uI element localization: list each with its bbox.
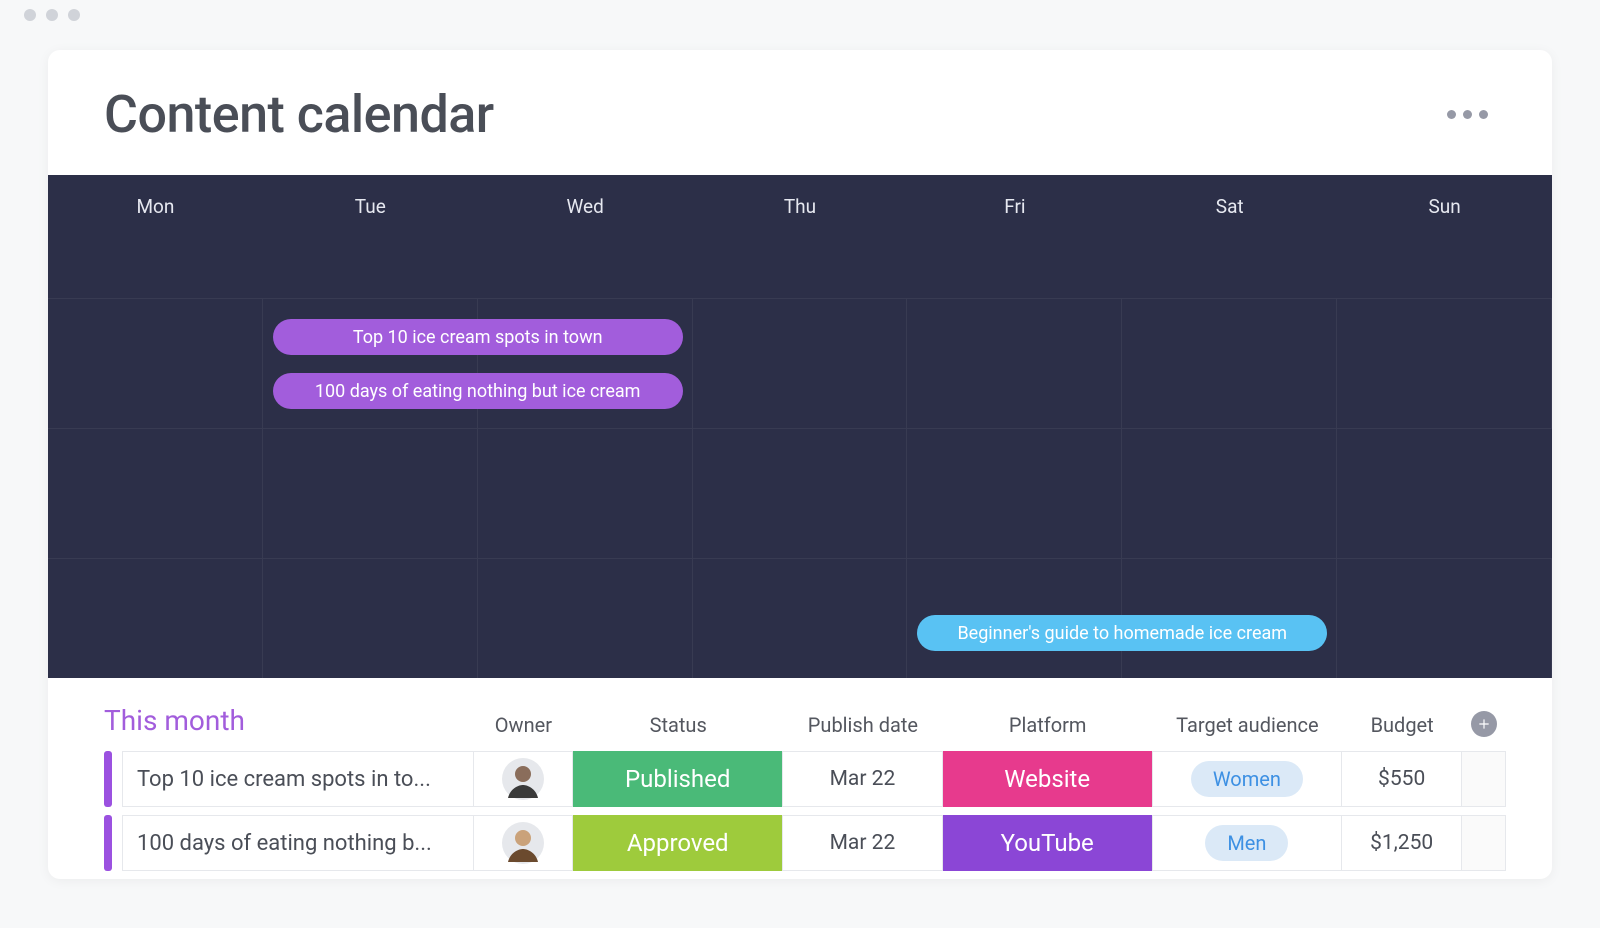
budget-cell[interactable]: $1,250 [1342, 815, 1462, 871]
calendar-cell[interactable] [263, 559, 478, 678]
calendar-event[interactable]: Top 10 ice cream spots in town [273, 319, 683, 355]
section-title[interactable]: This month [104, 704, 473, 737]
trailing-cell [1462, 815, 1506, 871]
platform-cell[interactable]: YouTube [943, 815, 1153, 871]
column-header-publish-date[interactable]: Publish date [783, 713, 943, 737]
calendar-cell[interactable] [1122, 299, 1337, 428]
calendar-day-tue: Tue [263, 175, 478, 298]
window-control-close[interactable] [24, 9, 36, 21]
header: Content calendar [48, 50, 1552, 175]
calendar-cell[interactable] [907, 299, 1122, 428]
calendar-cell[interactable] [693, 299, 908, 428]
trailing-cell [1462, 751, 1506, 807]
add-column-button[interactable] [1471, 711, 1497, 737]
row-accent [104, 751, 112, 807]
avatar [502, 758, 544, 800]
calendar-day-sun: Sun [1337, 175, 1552, 298]
budget-cell[interactable]: $550 [1342, 751, 1462, 807]
month-section: This month Owner Status Publish date Pla… [48, 678, 1552, 871]
owner-cell[interactable] [474, 751, 574, 807]
window-control-max[interactable] [68, 9, 80, 21]
target-audience-cell[interactable]: Men [1153, 815, 1343, 871]
calendar-cell[interactable] [48, 559, 263, 678]
column-header-owner[interactable]: Owner [473, 713, 573, 737]
add-column-button-wrap [1462, 711, 1506, 737]
plus-icon [1477, 717, 1491, 731]
calendar-day-fri: Fri [907, 175, 1122, 298]
table-row[interactable]: Top 10 ice cream spots in to... Publishe… [104, 751, 1506, 807]
platform-cell[interactable]: Website [943, 751, 1153, 807]
audience-tag[interactable]: Men [1205, 825, 1288, 861]
status-cell[interactable]: Approved [573, 815, 783, 871]
avatar [502, 822, 544, 864]
calendar-cell[interactable] [263, 429, 478, 558]
audience-tag[interactable]: Women [1191, 761, 1303, 797]
window-frame: Content calendar Mon Tue Wed Thu Fri Sat… [0, 0, 1600, 928]
calendar-cell[interactable] [693, 559, 908, 678]
calendar-day-sat: Sat [1122, 175, 1337, 298]
calendar-event[interactable]: Beginner's guide to homemade ice cream [917, 615, 1327, 651]
table-row[interactable]: 100 days of eating nothing b... Approved… [104, 815, 1506, 871]
owner-cell[interactable] [474, 815, 574, 871]
ellipsis-icon [1447, 110, 1456, 119]
calendar-week-row: Beginner's guide to homemade ice cream [48, 558, 1552, 678]
target-audience-cell[interactable]: Women [1153, 751, 1343, 807]
calendar-cell[interactable] [1122, 429, 1337, 558]
calendar-cell[interactable] [478, 559, 693, 678]
calendar-cell[interactable] [1337, 299, 1552, 428]
calendar-cell[interactable] [693, 429, 908, 558]
calendar-day-mon: Mon [48, 175, 263, 298]
calendar-cell[interactable] [48, 299, 263, 428]
calendar-cell[interactable] [48, 429, 263, 558]
calendar-event[interactable]: 100 days of eating nothing but ice cream [273, 373, 683, 409]
column-header-status[interactable]: Status [573, 713, 783, 737]
column-header-budget[interactable]: Budget [1342, 713, 1462, 737]
calendar-week-row: Top 10 ice cream spots in town 100 days … [48, 298, 1552, 428]
app-card: Content calendar Mon Tue Wed Thu Fri Sat… [48, 50, 1552, 879]
calendar-cell[interactable] [1337, 429, 1552, 558]
window-titlebar [0, 0, 1600, 30]
ellipsis-icon [1463, 110, 1472, 119]
calendar-cell[interactable] [478, 429, 693, 558]
table-header: This month Owner Status Publish date Pla… [104, 704, 1506, 737]
column-header-target-audience[interactable]: Target audience [1153, 713, 1343, 737]
more-menu-button[interactable] [1447, 110, 1488, 119]
calendar-day-thu: Thu [693, 175, 908, 298]
publish-date-cell[interactable]: Mar 22 [783, 751, 943, 807]
status-cell[interactable]: Published [573, 751, 783, 807]
ellipsis-icon [1479, 110, 1488, 119]
publish-date-cell[interactable]: Mar 22 [783, 815, 943, 871]
page-title: Content calendar [104, 84, 494, 145]
calendar-cell[interactable] [907, 429, 1122, 558]
window-control-min[interactable] [46, 9, 58, 21]
calendar-week-row [48, 428, 1552, 558]
calendar-header-row: Mon Tue Wed Thu Fri Sat Sun [48, 175, 1552, 298]
calendar-cell[interactable] [1337, 559, 1552, 678]
item-name-cell[interactable]: Top 10 ice cream spots in to... [122, 751, 474, 807]
column-header-platform[interactable]: Platform [943, 713, 1153, 737]
item-name-cell[interactable]: 100 days of eating nothing b... [122, 815, 474, 871]
calendar-day-wed: Wed [478, 175, 693, 298]
calendar: Mon Tue Wed Thu Fri Sat Sun Top 10 ice c… [48, 175, 1552, 678]
row-accent [104, 815, 112, 871]
